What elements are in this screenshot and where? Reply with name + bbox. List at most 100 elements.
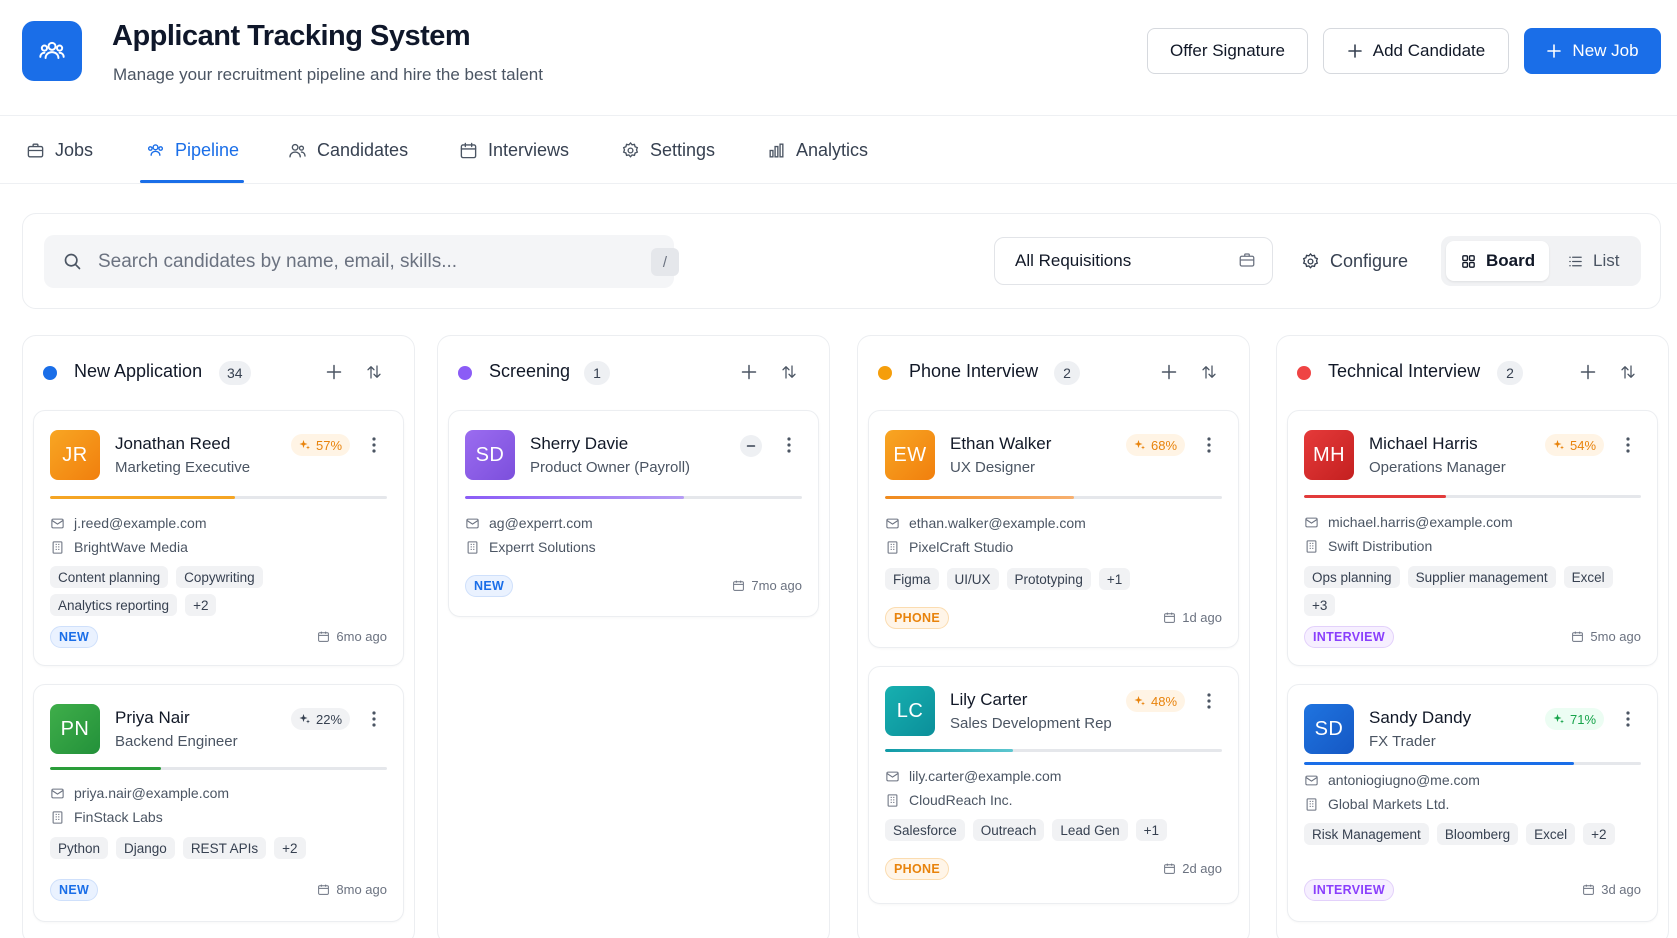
candidate-role: UX Designer [950, 459, 1036, 476]
match-progress-bar [1304, 762, 1641, 765]
sort-icon[interactable] [1616, 360, 1640, 384]
company-row: PixelCraft Studio [885, 539, 1013, 555]
search-input[interactable] [98, 235, 618, 288]
users-icon [147, 143, 164, 156]
match-progress-bar [1304, 495, 1641, 498]
sparkle-icon [1134, 440, 1145, 450]
briefcase-icon [27, 142, 44, 158]
new-job-button[interactable]: New Job [1524, 28, 1661, 74]
match-score: 48% [1151, 693, 1178, 709]
sparkle-icon [1553, 714, 1564, 724]
candidate-card[interactable]: EW Ethan Walker UX Designer 68% ethan.wa… [868, 410, 1239, 648]
candidate-card[interactable]: MH Michael Harris Operations Manager 54%… [1287, 410, 1658, 666]
email-row: michael.harris@example.com [1304, 514, 1513, 530]
add-card-icon[interactable] [737, 360, 761, 384]
more-options-icon[interactable] [1619, 709, 1637, 729]
add-candidate-button[interactable]: Add Candidate [1323, 28, 1509, 74]
sort-icon[interactable] [1197, 360, 1221, 384]
more-options-icon[interactable] [365, 435, 383, 455]
email-row: ethan.walker@example.com [885, 515, 1086, 531]
tab-label: Settings [650, 139, 716, 160]
mail-icon [466, 518, 479, 528]
mail-icon [1305, 517, 1318, 527]
stage-dot [43, 366, 57, 380]
match-progress-fill [1304, 762, 1574, 765]
candidate-card[interactable]: SD Sandy Dandy FX Trader 71% antoniogiug… [1287, 684, 1658, 922]
match-progress-bar [465, 496, 802, 499]
column-phone-interview: Phone Interview 2 EW Ethan Walker UX Des… [857, 335, 1250, 938]
tab-jobs[interactable]: Jobs [26, 116, 93, 184]
email-row: lily.carter@example.com [885, 768, 1061, 784]
applied-time-text: 2d ago [1182, 861, 1222, 876]
tab-label: Interviews [488, 139, 570, 160]
skill-tag: Django [116, 837, 175, 859]
add-card-icon[interactable] [1576, 360, 1600, 384]
skill-tag: Figma [885, 568, 939, 590]
candidate-name: Sherry Davie [530, 434, 629, 453]
grid-icon [1462, 254, 1475, 268]
column-count: 34 [219, 361, 251, 385]
match-score-badge: 57% [291, 434, 351, 456]
requisition-select[interactable]: All Requisitions [994, 237, 1273, 285]
more-options-icon[interactable] [365, 709, 383, 729]
tab-label: Analytics [796, 139, 869, 160]
calendar-icon [733, 580, 745, 591]
collapse-icon[interactable] [740, 435, 762, 457]
column-technical-interview: Technical Interview 2 MH Michael Harris … [1276, 335, 1669, 938]
more-options-icon[interactable] [1200, 435, 1218, 455]
candidate-card[interactable]: PN Priya Nair Backend Engineer 22% priya… [33, 684, 404, 922]
sort-icon[interactable] [362, 360, 386, 384]
candidate-role: Backend Engineer [115, 733, 238, 750]
sort-icon[interactable] [777, 360, 801, 384]
more-options-icon[interactable] [780, 435, 798, 455]
candidate-role: Operations Manager [1369, 459, 1506, 476]
applied-time: 3d ago [1582, 882, 1641, 897]
mail-icon [886, 518, 899, 528]
mail-icon [51, 518, 64, 528]
avatar: EW [885, 430, 935, 480]
page-subtitle: Manage your recruitment pipeline and hir… [113, 65, 543, 84]
candidate-role: Sales Development Rep [950, 715, 1112, 732]
sparkle-icon [299, 714, 310, 724]
tab-settings[interactable]: Settings [621, 116, 715, 184]
board-view-button[interactable]: Board [1446, 241, 1550, 281]
tab-pipeline[interactable]: Pipeline [146, 116, 239, 184]
tab-candidates[interactable]: Candidates [288, 116, 408, 184]
match-score-badge: 71% [1545, 708, 1605, 730]
configure-button[interactable]: Configure [1301, 237, 1408, 285]
add-card-icon[interactable] [322, 360, 346, 384]
list-icon [1569, 256, 1582, 266]
list-view-button[interactable]: List [1553, 241, 1633, 281]
match-score: 68% [1151, 437, 1178, 453]
skill-tags: Risk Management Bloomberg Excel +2 [1304, 823, 1644, 845]
applied-time-text: 3d ago [1601, 882, 1641, 897]
column-title: Screening [489, 361, 571, 381]
configure-label: Configure [1330, 250, 1409, 271]
mail-icon [886, 771, 899, 781]
offer-signature-button[interactable]: Offer Signature [1147, 28, 1308, 74]
tab-analytics[interactable]: Analytics [767, 116, 868, 184]
sparkle-icon [1134, 696, 1145, 706]
applied-time: 6mo ago [317, 629, 387, 644]
skill-tag: Python [50, 837, 109, 859]
tab-interviews[interactable]: Interviews [459, 116, 569, 184]
more-options-icon[interactable] [1200, 691, 1218, 711]
applied-time: 2d ago [1163, 861, 1222, 876]
calendar-icon [1164, 863, 1176, 874]
skill-tag: Excel [1563, 566, 1613, 588]
candidate-card[interactable]: JR Jonathan Reed Marketing Executive 57%… [33, 410, 404, 666]
skill-tag: Outreach [972, 819, 1045, 841]
avatar: SD [465, 430, 515, 480]
match-score: 22% [316, 711, 343, 727]
skill-tags: Python Django REST APIs +2 [50, 837, 390, 859]
add-card-icon[interactable] [1157, 360, 1181, 384]
candidate-email: ethan.walker@example.com [909, 515, 1086, 531]
candidate-card[interactable]: LC Lily Carter Sales Development Rep 48%… [868, 666, 1239, 904]
candidate-email: ag@experrt.com [489, 515, 593, 531]
more-options-icon[interactable] [1619, 435, 1637, 455]
plus-icon [1347, 44, 1362, 58]
skill-tag-more: +1 [1135, 819, 1168, 841]
calendar-icon [460, 142, 477, 158]
candidate-card[interactable]: SD Sherry Davie Product Owner (Payroll) … [448, 410, 819, 617]
bar-chart-icon [769, 142, 784, 158]
